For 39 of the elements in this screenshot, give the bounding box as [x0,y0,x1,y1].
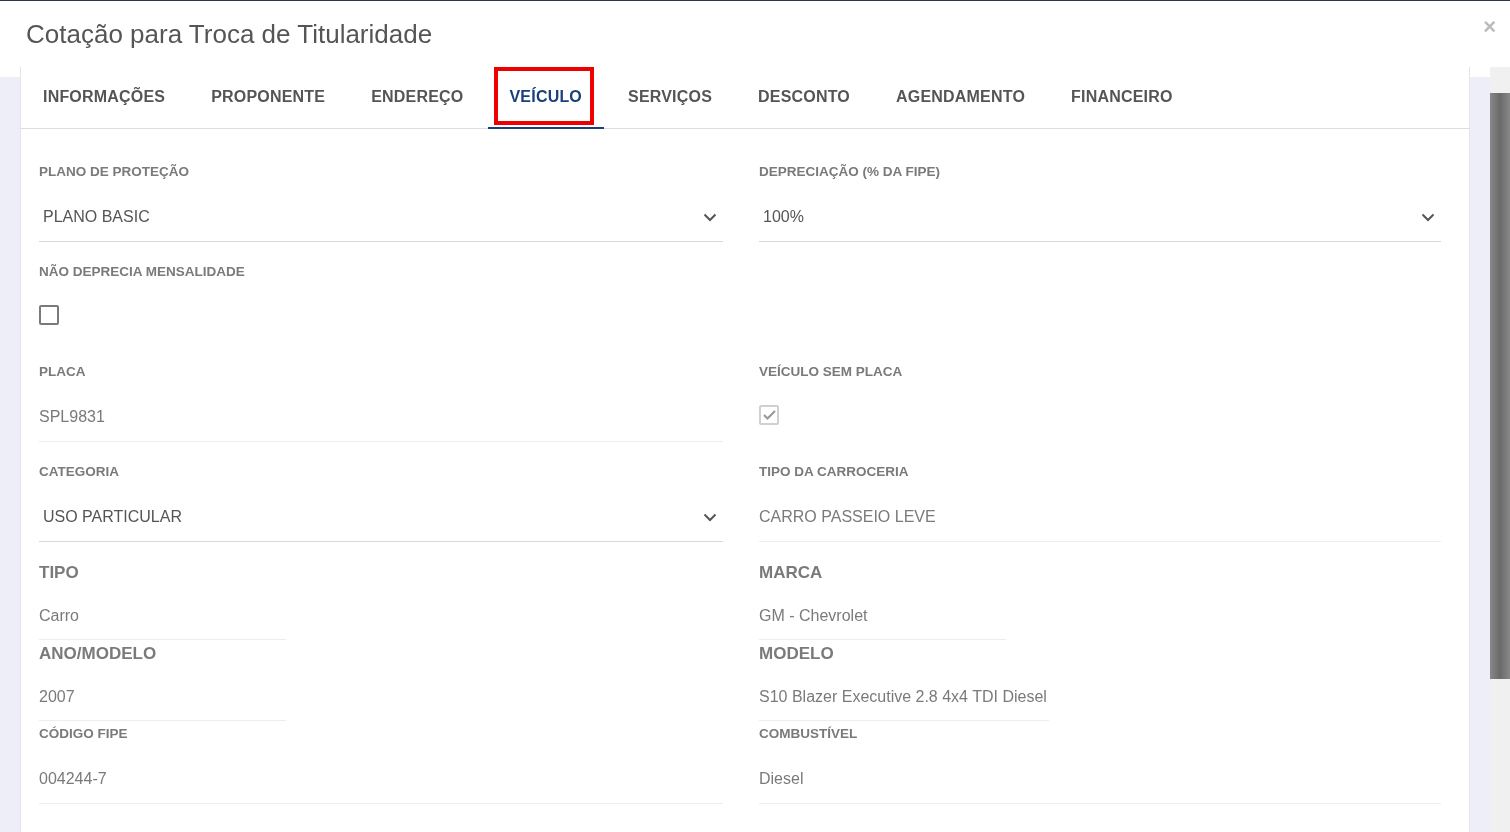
field-label: CATEGORIA [39,463,119,481]
dialog-title: Cotação para Troca de Titularidade [26,18,433,50]
tab[interactable]: FINANCEIRO [1049,67,1195,129]
field-label: PLACA [39,363,86,381]
tab[interactable]: PROPONENTE [189,67,348,129]
tab[interactable]: AGENDAMENTO [874,67,1048,129]
chevron-down-icon [1421,212,1435,222]
input-field[interactable]: Carro [39,592,286,640]
select-field[interactable]: USO PARTICULAR [39,493,723,542]
field-label: TIPO DA CARROCERIA [759,463,909,481]
tab[interactable]: ENDEREÇO [349,67,486,129]
chevron-down-icon [703,212,717,222]
select-field[interactable]: 100% [759,193,1441,242]
field-label: PLANO DE PROTEÇÃO [39,163,189,181]
scrollbar-thumb[interactable] [1490,93,1510,679]
check-icon [762,410,776,420]
input-field[interactable]: Diesel [759,755,1441,804]
field-label: VEÍCULO SEM PLACA [759,363,903,381]
tab[interactable]: VEÍCULO [487,67,605,129]
input-field[interactable]: GM - Chevrolet [759,592,1006,640]
checkbox[interactable] [39,305,59,325]
input-field[interactable]: SPL9831 [39,393,723,442]
field-label: CÓDIGO FIPE [39,725,128,743]
field-label: COMBUSTÍVEL [759,725,858,743]
field-label: DEPRECIAÇÃO (% DA FIPE) [759,163,940,181]
input-field[interactable]: 2007 [39,673,286,721]
field-label: ANO/MODELO [39,643,157,665]
input-field[interactable]: CARRO PASSEIO LEVE [759,493,1441,542]
input-field[interactable]: S10 Blazer Executive 2.8 4x4 TDI Diesel [759,673,1049,721]
tab[interactable]: DESCONTO [736,67,872,129]
field-label: MODELO [759,643,834,665]
field-label: MARCA [759,562,823,584]
field-label: NÃO DEPRECIA MENSALIDADE [39,263,245,281]
select-field[interactable]: PLANO BASIC [39,193,723,242]
tab[interactable]: INFORMAÇÕES [21,67,188,129]
input-field[interactable]: 004244-7 [39,755,723,804]
chevron-down-icon [703,512,717,522]
tab[interactable]: SERVIÇOS [606,67,735,129]
field-label: TIPO [39,562,79,584]
